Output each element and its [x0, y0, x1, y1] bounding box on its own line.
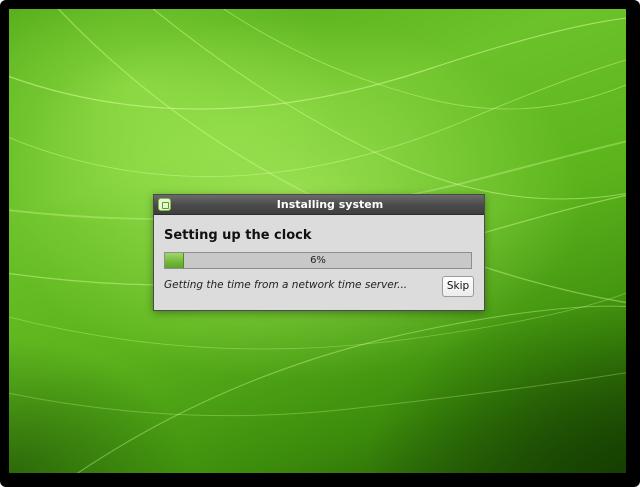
status-text: Getting the time from a network time ser… — [164, 279, 408, 291]
screen-frame: Installing system Setting up the clock 6… — [0, 0, 640, 487]
progress-label: 6% — [310, 255, 326, 266]
desktop-background: Installing system Setting up the clock 6… — [9, 9, 626, 473]
dialog-titlebar[interactable]: Installing system — [154, 195, 484, 215]
progress-bar: 6% — [164, 252, 472, 269]
skip-button[interactable]: Skip — [442, 276, 474, 297]
dialog-title: Installing system — [276, 198, 384, 211]
installer-dialog: Installing system Setting up the clock 6… — [153, 194, 485, 311]
step-heading: Setting up the clock — [164, 228, 312, 243]
